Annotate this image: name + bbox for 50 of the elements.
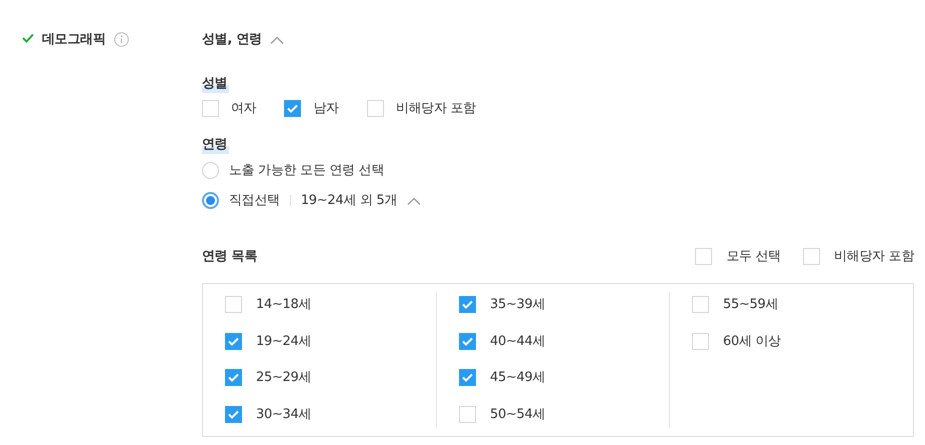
chevron-up-icon[interactable] xyxy=(270,36,284,44)
checkbox-label[interactable]: 모두 선택 xyxy=(726,246,781,266)
section-label: 연령 xyxy=(202,136,230,154)
checkbox[interactable] xyxy=(459,296,476,314)
check-icon xyxy=(228,410,239,419)
section-label: 성별 xyxy=(202,75,230,93)
checkbox[interactable] xyxy=(459,332,476,350)
list-title: 연령 목록 xyxy=(202,248,258,266)
checkbox[interactable] xyxy=(225,332,242,350)
checkbox-label[interactable]: 남자 xyxy=(313,98,339,118)
checkbox-label[interactable]: 60세 이상 xyxy=(723,332,781,351)
checkbox-label[interactable]: 19~24세 xyxy=(256,332,312,351)
radio-button[interactable] xyxy=(202,162,219,179)
radio-label[interactable]: 노출 가능한 모든 연령 선택 xyxy=(229,160,384,180)
checkbox-label[interactable]: 30~34세 xyxy=(256,404,312,424)
checkbox[interactable] xyxy=(459,369,476,386)
checkbox[interactable] xyxy=(692,296,709,314)
checkbox-label[interactable]: 50~54세 xyxy=(490,404,546,424)
check-icon xyxy=(228,373,239,382)
checkbox-label[interactable]: 55~59세 xyxy=(723,295,778,314)
checkbox[interactable] xyxy=(802,248,820,265)
checkbox-label[interactable]: 25~29세 xyxy=(256,368,312,388)
checkbox-label[interactable]: 비해당자 포함 xyxy=(396,98,476,118)
checkbox[interactable] xyxy=(202,100,219,117)
checkbox[interactable] xyxy=(692,332,709,350)
checkbox[interactable] xyxy=(459,406,476,423)
summary-text: 성별, 연령 xyxy=(202,31,262,50)
checkbox-label[interactable]: 35~39세 xyxy=(490,295,546,314)
checkbox-label[interactable]: 여자 xyxy=(231,98,256,118)
radio-button[interactable] xyxy=(202,192,219,210)
checkbox[interactable] xyxy=(225,406,242,423)
check-icon xyxy=(287,104,298,113)
check-icon xyxy=(462,373,473,382)
selection-summary: 19~24세 외 5개 xyxy=(300,192,398,210)
checkbox[interactable] xyxy=(225,369,242,386)
checkbox-label[interactable]: 40~44세 xyxy=(490,332,546,351)
checkbox[interactable] xyxy=(225,296,242,314)
check-icon xyxy=(462,300,473,310)
checkbox-label[interactable]: 비해당자 포함 xyxy=(834,246,914,266)
checkbox[interactable] xyxy=(695,248,712,265)
section-title: 데모그래픽 xyxy=(42,31,106,49)
checkbox-label[interactable]: 14~18세 xyxy=(256,295,312,314)
chevron-up-icon[interactable] xyxy=(407,196,422,205)
checkbox[interactable] xyxy=(366,100,384,117)
checkbox-label[interactable]: 45~49세 xyxy=(490,368,546,388)
radio-label[interactable]: 직접선택 xyxy=(229,191,280,210)
check-icon xyxy=(462,336,473,346)
checkbox[interactable] xyxy=(284,100,302,117)
info-icon[interactable] xyxy=(114,32,129,47)
check-icon xyxy=(228,336,239,346)
